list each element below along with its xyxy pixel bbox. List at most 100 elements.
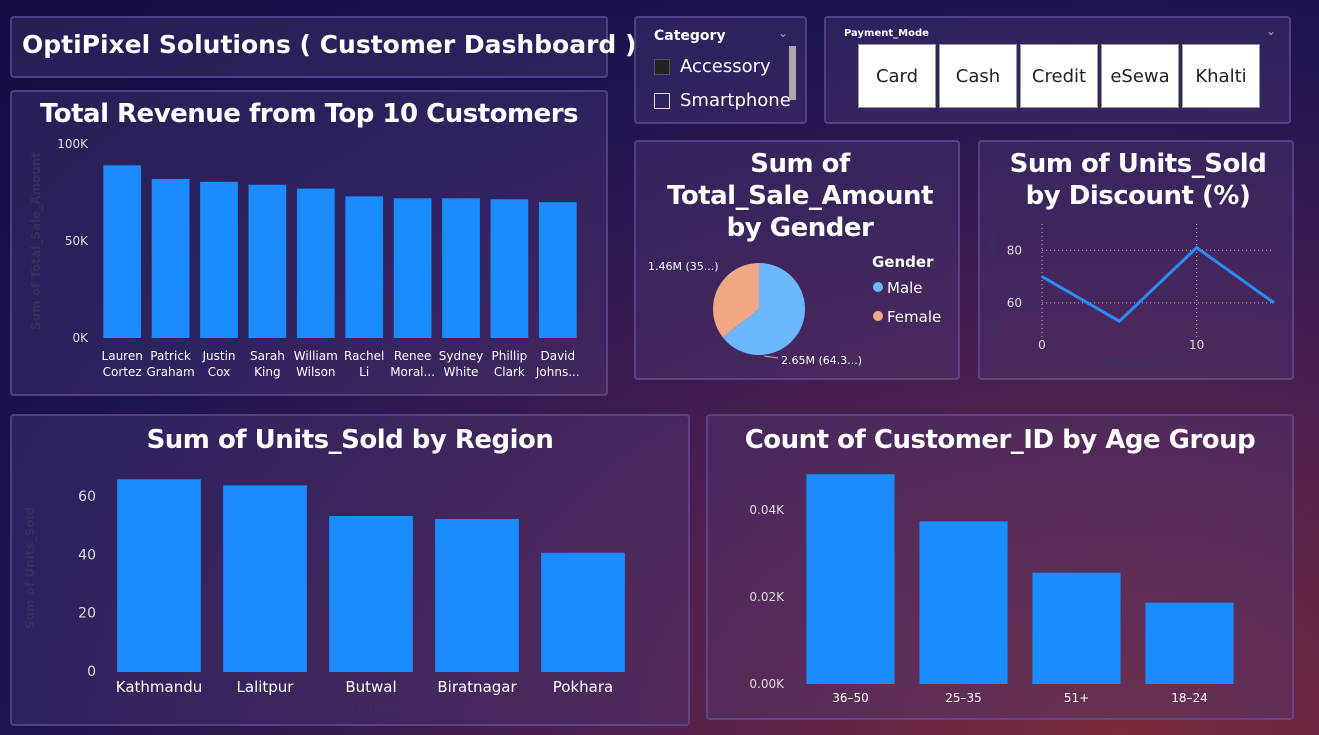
payment-slicer-title: Payment_Mode [844,28,929,39]
x-tick-label: Li [359,365,369,379]
bar [1145,602,1234,684]
x-axis-label: Discount (%) [1107,358,1179,369]
gender-pie-chart: 2.65M (64.3...) 1.46M (35...) Gender Male Fe… [648,253,941,367]
y-tick-label: 0.00K [749,677,785,691]
x-tick-label: Biratnagar [437,678,517,696]
checkbox-icon[interactable] [654,92,670,109]
y-axis-label: Sum of Total_Sale_Amount [29,152,44,330]
x-tick-label: Justin [201,349,235,363]
x-tick-label: Renee [394,349,432,363]
series-line [1041,245,1275,324]
checkbox-icon[interactable] [654,58,670,75]
bar [806,474,895,684]
legend-marker [873,282,883,292]
category-item-label: Smartphone [680,90,791,111]
bar [442,198,480,338]
y-axis-label: Sum of Units_Sold [23,507,38,629]
x-tick-label: 10 [1189,338,1204,352]
data-label: 1.46M (35...) [648,260,719,273]
legend-title: Gender [872,253,934,271]
legend-marker [873,311,883,321]
age-group-chart-card: Count of Customer_ID by Age Group 0.00K 0… [706,414,1294,720]
bar [1032,572,1121,684]
payment-credit-button[interactable]: Credit [1020,44,1098,108]
slicer-scrollbar[interactable] [789,46,796,100]
x-tick-label: Rachel [344,349,384,363]
x-tick-label: King [254,365,280,379]
x-tick-label: Butwal [345,678,396,696]
bar [248,184,287,338]
data-label: 2.65M (64.3...) [781,354,862,367]
units-discount-chart: 60 80 0 10 Discount (%) Sum of Units_Sold [988,224,1275,369]
y-tick-label: 0.04K [749,503,785,517]
dashboard-title: OptiPixel Solutions ( Customer Dashboard… [22,30,637,59]
category-item-smartphone[interactable]: Smartphone [654,90,791,111]
y-tick-label: 100K [57,137,89,151]
bar [223,485,307,672]
chevron-down-icon[interactable]: ⌄ [1266,24,1276,38]
chevron-down-icon[interactable]: ⌄ [778,26,788,40]
x-tick-label: David [540,349,575,363]
bar [435,519,519,672]
bar [538,202,577,338]
x-tick-label: Kathmandu [116,678,203,696]
legend-label: Male [887,279,923,297]
bar [541,552,625,672]
age-group-chart: 0.00K 0.02K 0.04K 36–50 25–35 51+ 18–24 [749,474,1234,705]
y-tick-label: 50K [65,234,89,248]
y-tick-label: 0K [72,331,89,345]
x-tick-label: Pokhara [553,678,613,696]
x-tick-label: 36–50 [832,691,869,705]
bar [117,479,201,672]
x-axis-label: Region [346,702,397,717]
bar [103,165,142,338]
payment-esewa-button[interactable]: eSewa [1101,44,1179,108]
payment-mode-slicer: Payment_Mode ⌄ Card Cash Credit eSewa Kh… [824,16,1291,124]
y-tick-label: 80 [1007,243,1022,257]
x-tick-label: 25–35 [945,691,982,705]
x-tick-label: White [444,365,479,379]
x-tick-label: Phillip [492,349,528,363]
bar [490,199,529,338]
x-tick-label: Patrick [150,349,191,363]
x-tick-label: 0 [1038,338,1046,352]
payment-khalti-button[interactable]: Khalti [1182,44,1260,108]
bar [329,516,413,672]
x-tick-label: Lauren [102,349,143,363]
category-slicer: Category ⌄ Accessory Smartphone [634,16,807,124]
bar [393,198,432,338]
bar [296,188,335,338]
category-slicer-title: Category [654,28,726,44]
top-customers-chart: 0K 50K 100K Lauren Cortez Patrick Graham Justin… [29,137,580,379]
bar [345,196,384,338]
payment-card-button[interactable]: Card [858,44,936,108]
bar [919,521,1008,684]
top-customers-chart-card: Total Revenue from Top 10 Customers 0K 50… [10,90,608,396]
category-item-label: Accessory [680,56,771,77]
gender-pie-chart-card: Sum of Total_Sale_Amount by Gender 2.65M… [634,140,960,380]
x-tick-label: William [294,349,338,363]
y-axis-label: Sum of Units_Sold [988,235,999,337]
leader-line [763,355,779,359]
units-region-chart-card: Sum of Units_Sold by Region 0 20 40 60 Kathm… [10,414,690,726]
y-tick-label: 60 [78,489,96,505]
y-tick-label: 60 [1007,296,1022,310]
x-tick-label: Johns... [535,365,580,379]
units-discount-chart-card: Sum of Units_Sold by Discount (%) 60 80 0 1… [978,140,1294,380]
x-tick-label: Cortez [103,365,142,379]
dashboard-title-card: OptiPixel Solutions ( Customer Dashboard… [10,16,636,78]
units-region-chart: 0 20 40 60 Kathmandu Lalitpur Butwal Biratnagar… [23,479,625,717]
bar [200,181,238,338]
x-tick-label: Sydney [439,349,483,363]
payment-cash-button[interactable]: Cash [939,44,1017,108]
x-tick-label: Wilson [296,365,335,379]
y-tick-label: 20 [78,606,96,622]
category-item-accessory[interactable]: Accessory [654,56,771,77]
x-tick-label: Lalitpur [237,678,295,696]
bar [151,178,190,338]
legend-label: Female [887,308,941,326]
y-tick-label: 0.02K [749,590,785,604]
x-tick-label: 18–24 [1171,691,1208,705]
y-tick-label: 0 [87,664,96,680]
x-tick-label: Cox [208,365,230,379]
